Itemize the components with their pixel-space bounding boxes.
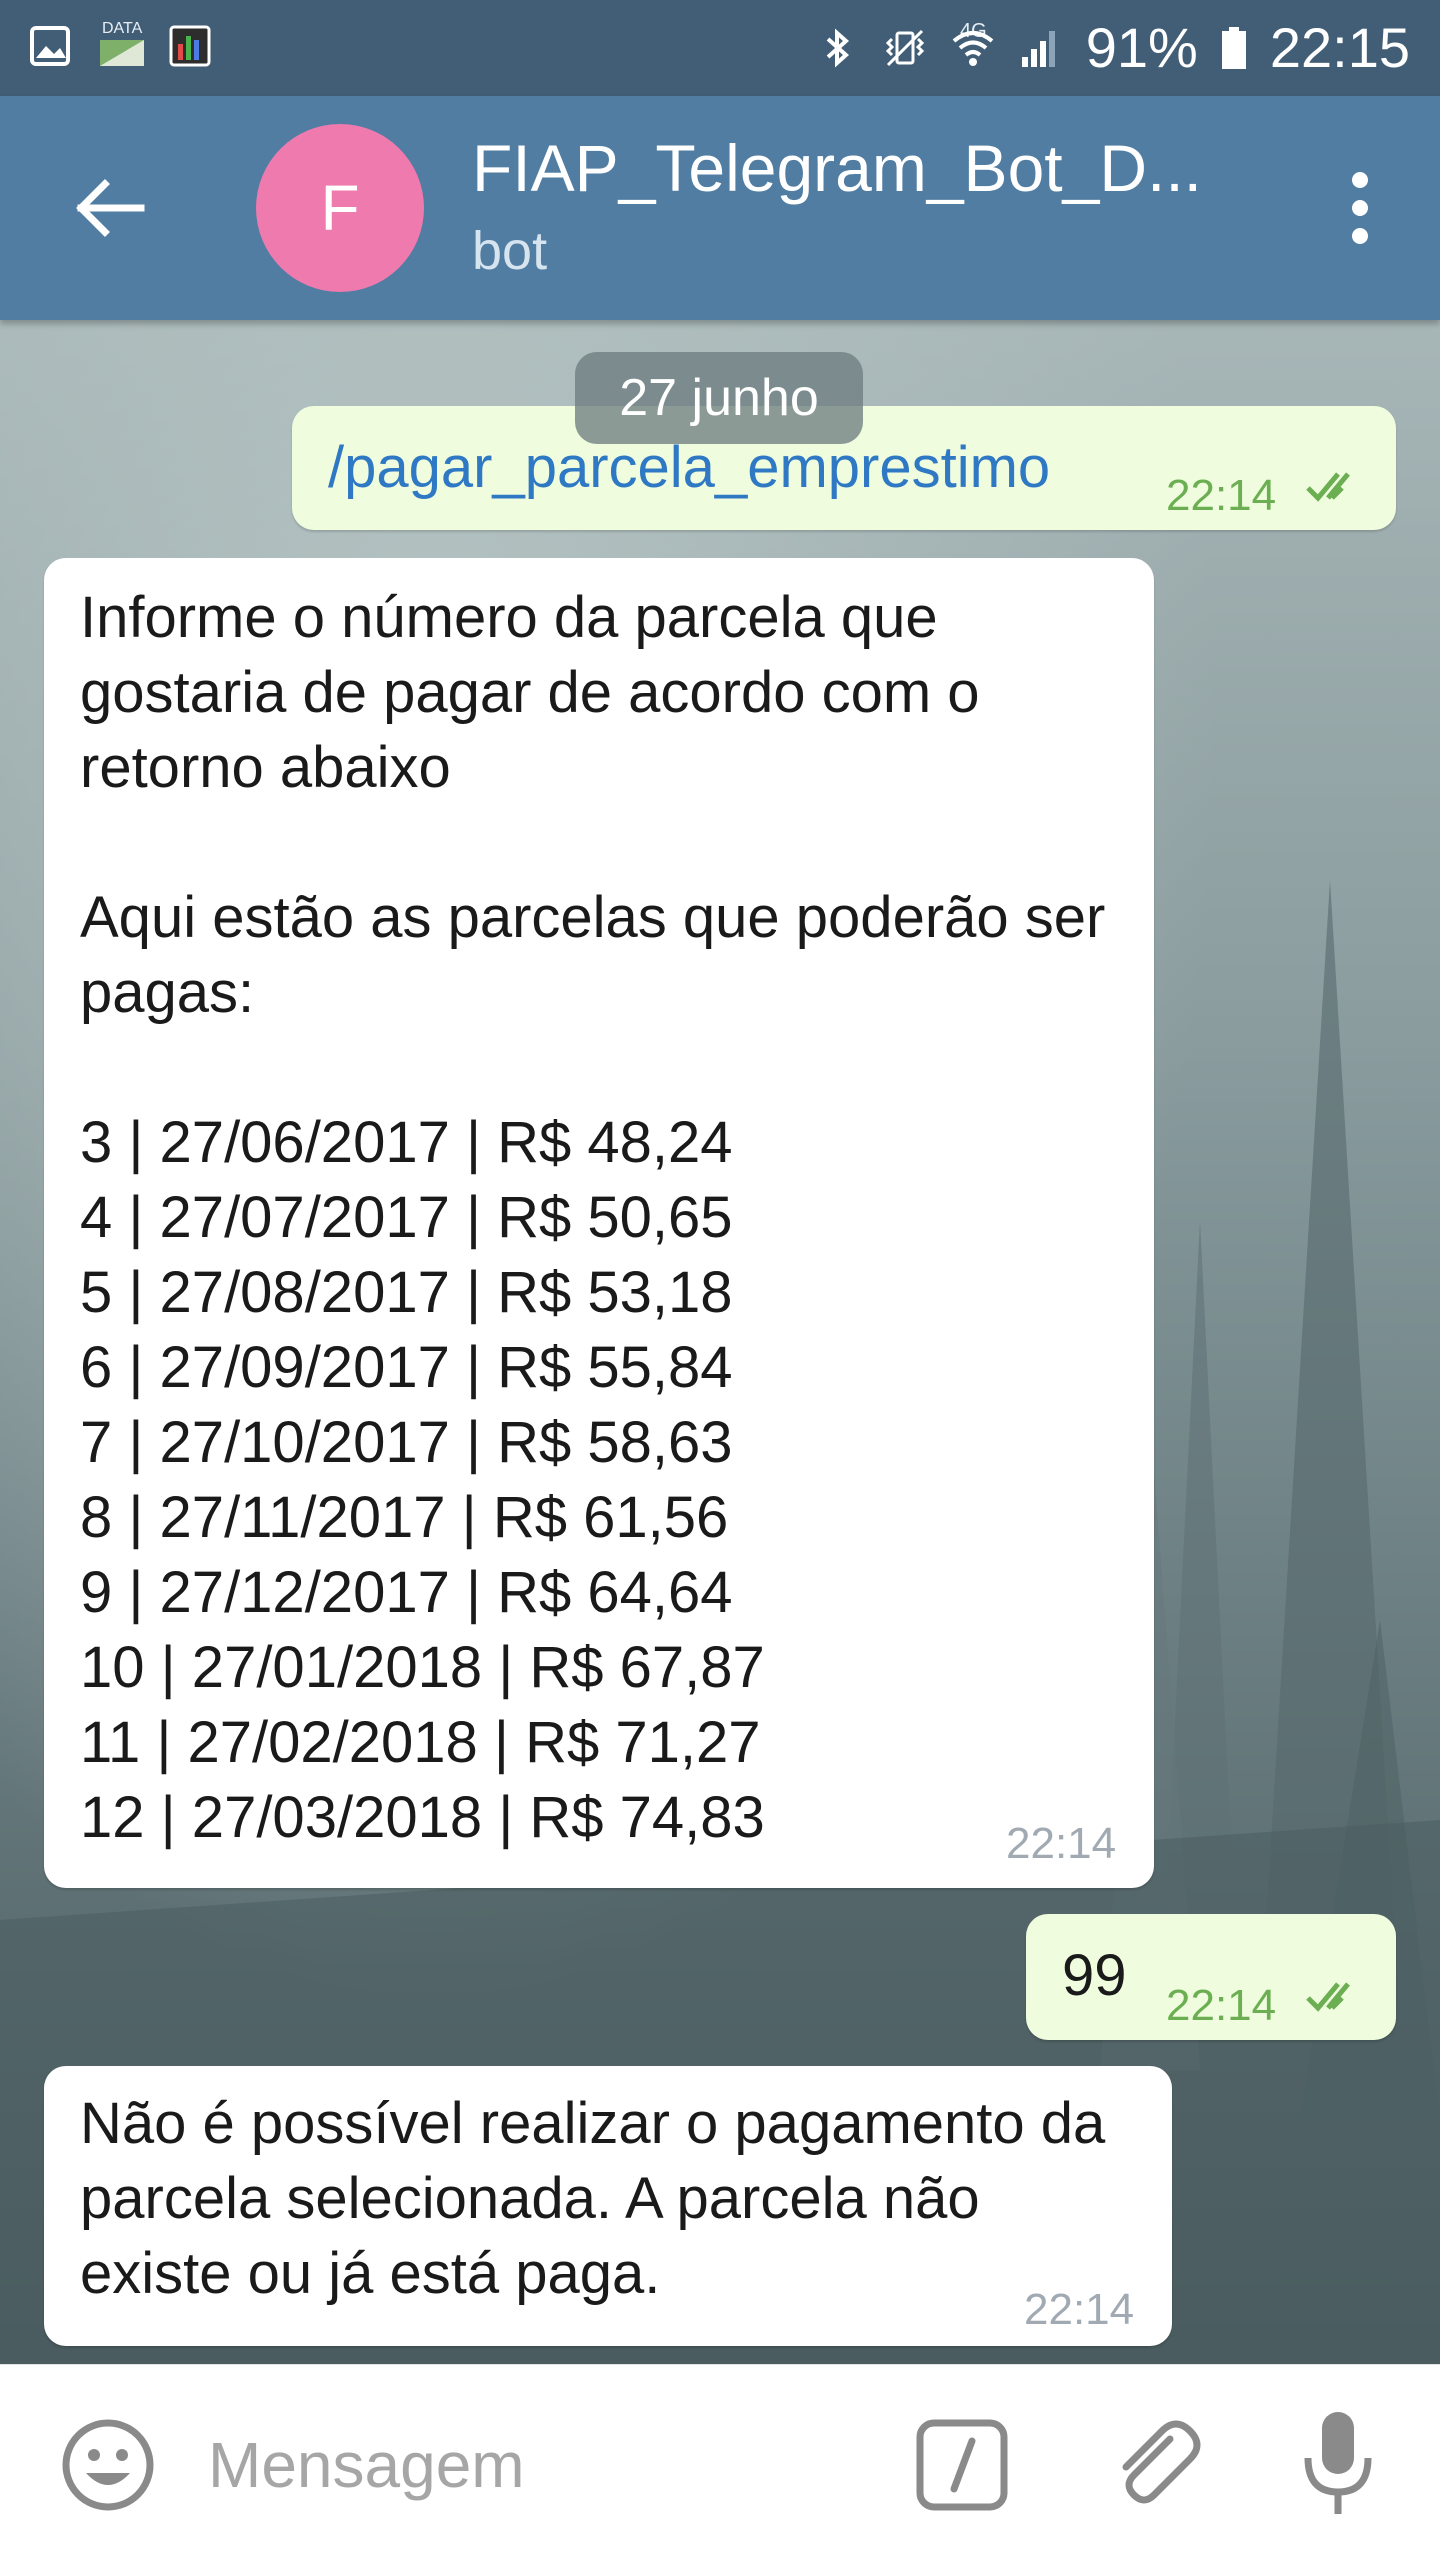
clock: 22:15 [1269, 16, 1410, 79]
attach-button[interactable] [1100, 2409, 1212, 2521]
telegram-chat-screen: DATA 4G 91% 22:15 F FIAP_Telegram_Bot_D.… [0, 0, 1440, 2560]
message-text: Informe o número da parcela que gostaria… [80, 585, 1106, 1850]
chat-history[interactable]: 27 junho /pagar_parcela_emprestimo 22:14… [0, 320, 1440, 2364]
status-icons: 91% 22:15 [814, 14, 1410, 82]
data-icon [100, 40, 144, 66]
incoming-message[interactable]: Informe o número da parcela que gostaria… [44, 558, 1154, 1888]
bot-command-icon [916, 2419, 1008, 2511]
message-text: Não é possível realizar o pagamento da p… [80, 2091, 1106, 2306]
dot-icon [1352, 172, 1368, 188]
double-check-icon [1306, 472, 1350, 502]
message-input[interactable] [206, 2409, 850, 2521]
voice-record-button[interactable] [1290, 2405, 1386, 2521]
status-bar: DATA 4G 91% 22:15 [0, 0, 1440, 96]
back-button[interactable] [60, 158, 160, 258]
chat-title[interactable]: FIAP_Telegram_Bot_D... [472, 130, 1272, 206]
image-icon [30, 26, 70, 66]
double-check-icon [1306, 1982, 1350, 2012]
date-separator: 27 junho [575, 352, 863, 444]
message-time: 22:14 [1166, 1981, 1277, 2030]
battery-icon [1221, 27, 1246, 69]
message-time: 22:14 [1024, 2285, 1135, 2334]
message-time: 22:14 [1166, 471, 1277, 520]
data-label: DATA [102, 20, 143, 37]
avatar[interactable]: F [256, 124, 424, 292]
emoji-button[interactable] [56, 2413, 160, 2517]
bluetooth-icon [826, 28, 849, 68]
vibrate-icon [885, 29, 924, 67]
outgoing-message[interactable]: 99 22:14 [1026, 1914, 1396, 2040]
more-options-button[interactable] [1320, 152, 1400, 264]
arrow-back-icon [76, 179, 145, 237]
dot-icon [1352, 200, 1368, 216]
message-time: 22:14 [1006, 1819, 1117, 1868]
wifi-icon [952, 31, 994, 66]
message-composer [0, 2364, 1440, 2560]
dot-icon [1352, 228, 1368, 244]
incoming-message[interactable]: Não é possível realizar o pagamento da p… [44, 2066, 1172, 2346]
emoji-icon [62, 2419, 154, 2511]
chat-subtitle: bot [472, 221, 548, 281]
message-text: 99 [1062, 1943, 1127, 2008]
attach-icon [1122, 2420, 1201, 2504]
signal-icon [1021, 31, 1055, 67]
battery-percent: 91% [1085, 16, 1198, 79]
microphone-icon [1304, 2412, 1372, 2514]
chat-toolbar: F FIAP_Telegram_Bot_D... bot [0, 96, 1440, 320]
monitor-icon [169, 25, 211, 67]
bot-command-button[interactable] [910, 2413, 1014, 2517]
